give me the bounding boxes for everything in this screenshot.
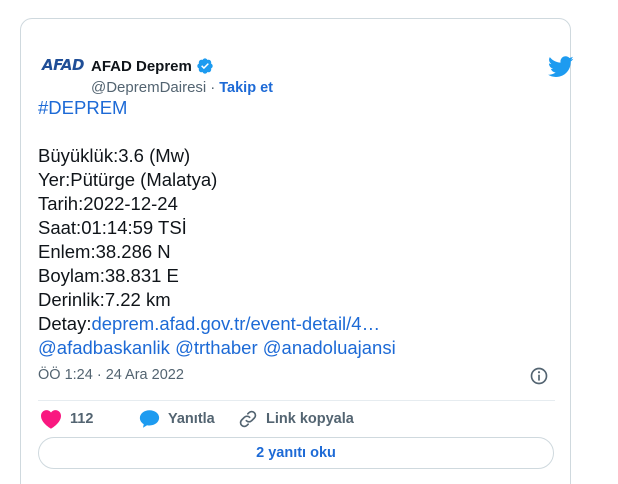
like-count: 112 <box>70 411 94 427</box>
heart-icon <box>41 410 61 429</box>
magnitude-text: Büyüklük:3.6 (Mw) <box>38 145 191 166</box>
mention-link[interactable]: @afadbaskanlik <box>38 337 170 358</box>
time-text: Saat:01:14:59 TSİ <box>38 217 187 238</box>
location-text: Yer:Pütürge (Malatya) <box>38 169 218 190</box>
link-chain-icon <box>239 410 257 428</box>
longitude-text: Boylam:38.831 E <box>38 265 179 286</box>
mention-link[interactable]: @trthaber <box>175 337 258 358</box>
twitter-bird-icon[interactable] <box>548 56 574 78</box>
hashtag-link[interactable]: #DEPREM <box>38 96 558 120</box>
mentions-line: @afadbaskanlik @trthaber @anadoluajansi <box>38 336 558 360</box>
detail-line: Detay:deprem.afad.gov.tr/event-detail/4… <box>38 312 558 336</box>
copy-link-button[interactable]: Link kopyala <box>238 405 354 433</box>
info-icon[interactable] <box>529 366 549 386</box>
date-text: Tarih:2022-12-24 <box>38 193 178 214</box>
tweet-header: AFAD AFAD Deprem @DepremDairesi · Takip … <box>41 39 574 96</box>
action-bar: 112 Yanıtla Link kopyala <box>38 405 558 433</box>
detail-link[interactable]: deprem.afad.gov.tr/event-detail/4… <box>91 313 380 334</box>
tweet-card: AFAD AFAD Deprem @DepremDairesi · Takip … <box>20 18 574 484</box>
separator: · <box>210 79 216 96</box>
depth-text: Derinlik:7.22 km <box>38 289 171 310</box>
timestamp[interactable]: ÖÖ 1:24 · 24 Ara 2022 <box>38 367 184 383</box>
reply-label: Yanıtla <box>168 411 215 427</box>
tweet-text: #DEPREM Büyüklük:3.6 (Mw) Yer:Pütürge (M… <box>38 96 558 360</box>
mention-link[interactable]: @anadoluajansi <box>263 337 396 358</box>
handle-row: @DepremDairesi · Takip et <box>91 79 273 96</box>
reply-bubble-icon <box>139 410 160 428</box>
read-replies-button[interactable]: 2 yanıtı oku <box>38 437 554 469</box>
like-button[interactable]: 112 <box>40 405 93 433</box>
handle[interactable]: @DepremDairesi <box>91 79 206 96</box>
reply-button[interactable]: Yanıtla <box>139 405 215 433</box>
name-row: AFAD Deprem <box>91 57 214 75</box>
verified-badge-icon <box>197 58 213 74</box>
read-replies-label: 2 yanıtı oku <box>256 445 336 461</box>
display-name[interactable]: AFAD Deprem <box>91 58 192 75</box>
latitude-text: Enlem:38.286 N <box>38 241 171 262</box>
detail-label: Detay: <box>38 313 92 334</box>
divider <box>38 400 555 401</box>
avatar[interactable]: AFAD <box>41 43 85 87</box>
avatar-logo-text: AFAD <box>42 56 84 74</box>
tweet-meta: ÖÖ 1:24 · 24 Ara 2022 <box>38 367 558 387</box>
copy-link-label: Link kopyala <box>266 411 354 427</box>
follow-button[interactable]: Takip et <box>219 80 273 96</box>
